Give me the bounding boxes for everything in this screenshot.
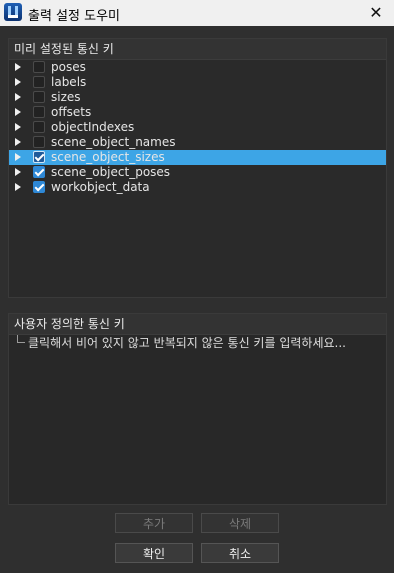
tree-row-label: poses (51, 60, 86, 74)
checkbox[interactable] (33, 91, 45, 103)
expand-arrow-icon[interactable] (15, 63, 21, 71)
tree-row[interactable]: labels (9, 75, 386, 90)
checkbox[interactable] (33, 136, 45, 148)
tree-row-label: labels (51, 75, 87, 89)
tree-branch-icon (17, 335, 25, 343)
tree-row-label: scene_object_sizes (51, 150, 165, 164)
ok-button[interactable]: 확인 (115, 543, 193, 563)
add-button[interactable]: 추가 (115, 513, 193, 533)
checkbox-checked[interactable] (33, 166, 45, 178)
preset-keys-panel: 미리 설정된 통신 키 poses labels sizes offsets o… (8, 38, 387, 298)
checkbox[interactable] (33, 76, 45, 88)
tree-row-label: workobject_data (51, 180, 150, 194)
checkbox-checked[interactable] (33, 181, 45, 193)
expand-arrow-icon[interactable] (15, 168, 21, 176)
tree-row[interactable]: poses (9, 60, 386, 75)
tree-row[interactable]: objectIndexes (9, 120, 386, 135)
expand-arrow-icon[interactable] (15, 93, 21, 101)
close-icon: ✕ (369, 3, 383, 22)
expand-arrow-icon[interactable] (15, 153, 21, 161)
tree-row-label: offsets (51, 105, 92, 119)
delete-button[interactable]: 삭제 (201, 513, 279, 533)
tree-row[interactable]: sizes (9, 90, 386, 105)
tree-row-label: scene_object_poses (51, 165, 171, 179)
expand-arrow-icon[interactable] (15, 123, 21, 131)
preset-keys-tree[interactable]: poses labels sizes offsets objectIndexes… (9, 60, 386, 195)
custom-keys-panel: 사용자 정의한 통신 키 클릭해서 비어 있지 않고 반복되지 않은 통신 키를… (8, 313, 387, 505)
preset-keys-header: 미리 설정된 통신 키 (9, 39, 386, 60)
tree-row[interactable]: scene_object_poses (9, 165, 386, 180)
cancel-button[interactable]: 취소 (201, 543, 279, 563)
tree-row[interactable]: offsets (9, 105, 386, 120)
title-bar: 출력 설정 도우미 ✕ (0, 0, 394, 26)
checkbox[interactable] (33, 106, 45, 118)
expand-arrow-icon[interactable] (15, 138, 21, 146)
expand-arrow-icon[interactable] (15, 78, 21, 86)
close-button[interactable]: ✕ (358, 0, 394, 26)
checkbox[interactable] (33, 121, 45, 133)
checkbox-checked[interactable] (33, 151, 45, 163)
window-title: 출력 설정 도우미 (28, 9, 120, 24)
tree-row[interactable]: scene_object_names (9, 135, 386, 150)
tree-row-label: scene_object_names (51, 135, 176, 149)
custom-key-input-hint[interactable]: 클릭해서 비어 있지 않고 반복되지 않은 통신 키를 입력하세요... (9, 335, 386, 351)
checkbox[interactable] (33, 61, 45, 73)
app-logo-icon (4, 3, 22, 21)
custom-key-hint-text: 클릭해서 비어 있지 않고 반복되지 않은 통신 키를 입력하세요... (28, 336, 346, 350)
tree-row-label: objectIndexes (51, 120, 135, 134)
expand-arrow-icon[interactable] (15, 108, 21, 116)
tree-row[interactable]: workobject_data (9, 180, 386, 195)
tree-row-label: sizes (51, 90, 81, 104)
tree-row-selected[interactable]: scene_object_sizes (9, 150, 386, 165)
expand-arrow-icon[interactable] (15, 183, 21, 191)
custom-keys-header: 사용자 정의한 통신 키 (9, 314, 386, 335)
